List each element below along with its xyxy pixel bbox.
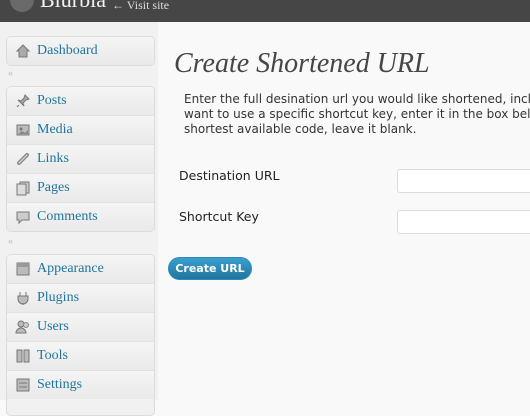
tools-icon: [15, 348, 31, 364]
menu-group-dashboard: Dashboard: [6, 36, 155, 66]
sidebar-item-links[interactable]: Links: [7, 145, 154, 174]
appearance-icon: [15, 261, 31, 277]
sidebar-item-appearance[interactable]: Appearance: [7, 255, 154, 284]
destination-url-input[interactable]: [397, 169, 530, 193]
sidebar-item-label: Dashboard: [37, 43, 98, 58]
media-icon: [15, 122, 31, 138]
menu-collapse-separator[interactable]: «: [8, 236, 13, 246]
menu-group-content: Posts Media Links Pages Comments: [6, 86, 155, 232]
description-line: shortest available code, leave it blank.: [184, 122, 417, 136]
sidebar-item-label: Plugins: [37, 290, 80, 305]
page-title: Create Shortened URL: [174, 48, 430, 79]
page-description: Enter the full desination url you would …: [184, 92, 530, 137]
sidebar-item-users[interactable]: Users: [7, 313, 154, 342]
shortcut-key-input[interactable]: [397, 210, 530, 234]
destination-url-label: Destination URL: [179, 168, 280, 183]
sidebar-item-label: Comments: [37, 209, 98, 224]
sidebar-item-label: Pages: [37, 180, 70, 195]
settings-icon: [15, 377, 31, 393]
site-title[interactable]: Blurbia: [40, 0, 106, 13]
sidebar-item-tools[interactable]: Tools: [7, 342, 154, 371]
admin-header: Blurbia ← Visit site: [0, 0, 530, 22]
sidebar-item-label: Links: [37, 151, 69, 166]
sidebar-item-dashboard[interactable]: Dashboard: [7, 37, 154, 65]
link-icon: [15, 151, 31, 167]
pages-icon: [15, 180, 31, 196]
sidebar-item-comments[interactable]: Comments: [7, 203, 154, 231]
sidebar-item-media[interactable]: Media: [7, 116, 154, 145]
plugin-icon: [15, 290, 31, 306]
sidebar-item-posts[interactable]: Posts: [7, 87, 154, 116]
sidebar-item-label: Appearance: [37, 261, 104, 276]
home-icon: [15, 43, 31, 59]
sidebar-item-label: Settings: [37, 377, 83, 392]
shortcut-key-label: Shortcut Key: [179, 209, 259, 224]
description-line: want to use a specific shortcut key, ent…: [184, 107, 530, 121]
sidebar-item-pages[interactable]: Pages: [7, 174, 154, 203]
visit-site-link[interactable]: ← Visit site: [112, 0, 169, 13]
wordpress-logo-icon[interactable]: [10, 0, 34, 12]
admin-sidebar: Dashboard « Posts Media Links Pages Comm…: [0, 22, 158, 416]
menu-collapse-separator[interactable]: «: [8, 68, 13, 78]
description-line: Enter the full desination url you would …: [184, 92, 530, 106]
main-content: Create Shortened URL Enter the full desi…: [158, 22, 530, 400]
pushpin-icon: [15, 93, 31, 109]
sidebar-item-label: Users: [37, 319, 69, 334]
menu-group-admin: Appearance Plugins Users Tools Settings: [6, 254, 155, 416]
users-icon: [15, 319, 31, 335]
sidebar-item-label: Media: [37, 122, 73, 137]
comment-icon: [15, 209, 31, 225]
create-url-button[interactable]: Create URL: [168, 257, 252, 280]
sidebar-item-settings[interactable]: Settings: [7, 371, 154, 399]
sidebar-item-label: Posts: [37, 93, 67, 108]
sidebar-item-label: Tools: [37, 348, 68, 363]
sidebar-item-plugins[interactable]: Plugins: [7, 284, 154, 313]
